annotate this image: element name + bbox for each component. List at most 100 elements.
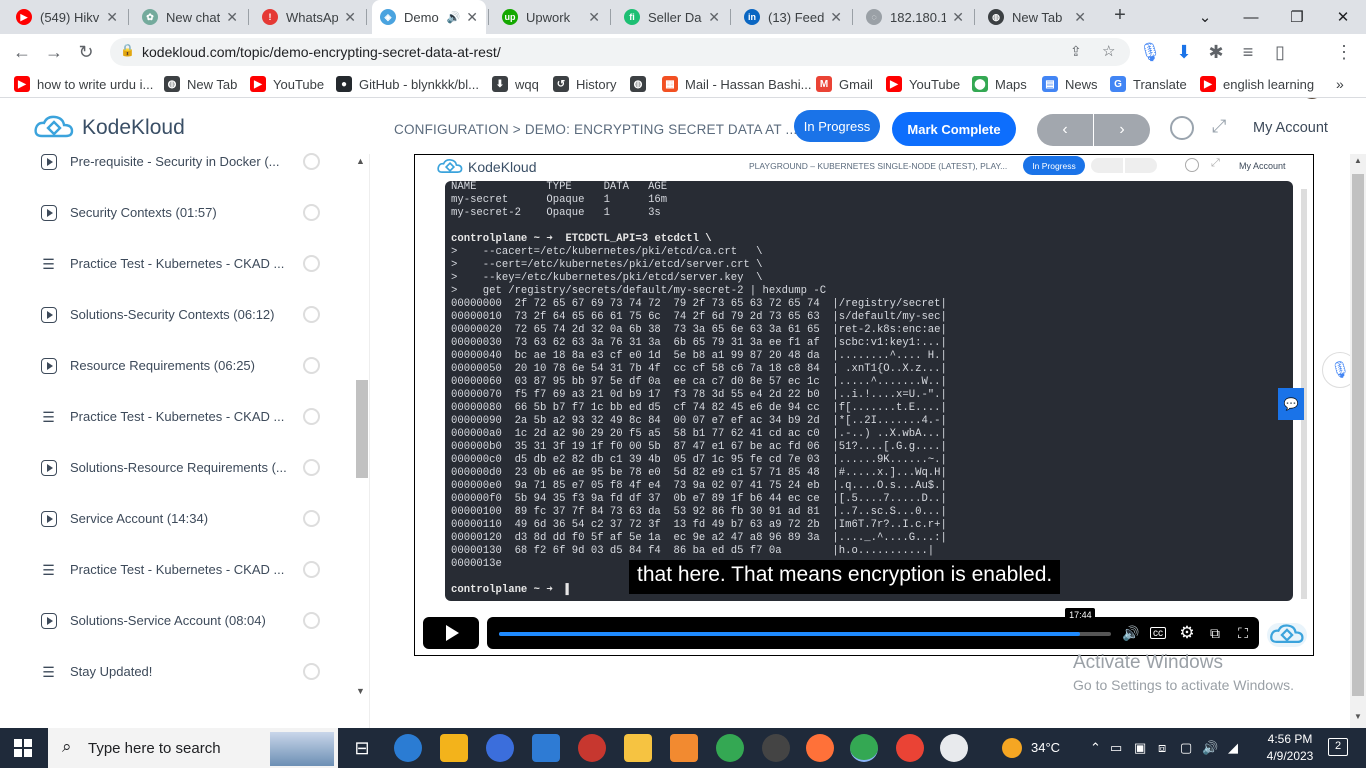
lesson-status-circle-icon[interactable] xyxy=(303,204,320,221)
lesson-item[interactable]: Solutions-Resource Requirements (... xyxy=(0,442,340,493)
tab-close-icon[interactable]: ✕ xyxy=(466,9,478,26)
media-control-icon[interactable]: ≡ xyxy=(1234,38,1262,66)
page-scroll-thumb[interactable] xyxy=(1352,174,1364,696)
tab-close-icon[interactable]: ✕ xyxy=(952,9,964,26)
browser-tab[interactable]: ! WhatsApp ✕ xyxy=(254,0,364,34)
forward-arrow-icon[interactable]: → xyxy=(40,38,68,66)
bookmark-item[interactable]: ▤ News xyxy=(1042,75,1098,93)
lesson-status-circle-icon[interactable] xyxy=(303,561,320,578)
download-extension-icon[interactable]: ⬇ xyxy=(1170,38,1198,66)
mark-complete-button[interactable]: Mark Complete xyxy=(892,112,1016,146)
video-player[interactable]: KodeKloud PLAYGROUND – KUBERNETES SINGLE… xyxy=(414,154,1314,656)
lesson-status-circle-icon[interactable] xyxy=(303,408,320,425)
microsoft-store-icon[interactable] xyxy=(440,734,468,762)
lesson-item[interactable]: Solutions-Service Account (08:04) xyxy=(0,595,340,646)
bookmark-item[interactable]: ⬤ Maps xyxy=(972,75,1027,93)
prev-lesson-button[interactable]: ‹ xyxy=(1037,114,1093,146)
bookmark-item[interactable]: ▶ YouTube xyxy=(886,75,960,93)
page-scrollbar[interactable]: ▲ ▼ xyxy=(1350,154,1366,728)
lesson-item[interactable]: ☰ Practice Test - Kubernetes - CKAD ... xyxy=(0,544,340,595)
chrome-profile-h-icon[interactable] xyxy=(896,734,924,762)
tab-close-icon[interactable]: ✕ xyxy=(588,9,600,26)
bookmark-item[interactable]: ◍ New Tab xyxy=(164,75,237,93)
weather-temperature[interactable]: 34°C xyxy=(1031,740,1060,755)
lesson-item[interactable]: Resource Requirements (06:25) xyxy=(0,340,340,391)
next-lesson-button[interactable]: › xyxy=(1094,114,1150,146)
bookmark-item[interactable]: ◍ xyxy=(630,75,653,93)
lesson-item[interactable]: ☰ Stay Updated! xyxy=(0,646,340,697)
share-icon[interactable]: ⇪ xyxy=(1070,43,1082,60)
mail-icon[interactable] xyxy=(532,734,560,762)
clock-time[interactable]: 4:56 PM xyxy=(1260,732,1320,746)
reload-icon[interactable]: ↻ xyxy=(72,38,100,66)
lesson-status-circle-icon[interactable] xyxy=(303,459,320,476)
close-window-button[interactable]: ✕ xyxy=(1320,0,1366,34)
bookmark-item[interactable]: M Gmail xyxy=(816,75,873,93)
camera-icon[interactable]: ⧈ xyxy=(1158,740,1166,756)
browser-tab[interactable]: ▶ (549) Hikvi ✕ xyxy=(8,0,126,34)
tray-expand-icon[interactable]: ⌃ xyxy=(1090,740,1101,756)
back-arrow-icon[interactable]: ← xyxy=(8,38,36,66)
browser-tab[interactable]: ◈ Demo 🔊 ✕ xyxy=(372,0,486,34)
kebab-menu-icon[interactable]: ⋮ xyxy=(1330,38,1358,66)
volume-icon[interactable]: 🔊 xyxy=(1122,625,1140,641)
bookmarks-overflow-icon[interactable]: » xyxy=(1336,75,1344,93)
bookmark-item[interactable]: ▶ YouTube xyxy=(250,75,324,93)
lesson-item[interactable]: Solutions-Security Contexts (06:12) xyxy=(0,289,340,340)
address-bar[interactable]: 🔒 kodekloud.com/topic/demo-encrypting-se… xyxy=(110,38,1130,66)
lesson-status-circle-icon[interactable] xyxy=(303,306,320,323)
captions-icon[interactable]: cc xyxy=(1150,627,1166,639)
media-app-icon[interactable] xyxy=(578,734,606,762)
page-scroll-down-icon[interactable]: ▼ xyxy=(1354,712,1362,721)
file-explorer-icon[interactable] xyxy=(624,734,652,762)
video-fullscreen-icon[interactable]: ⛶ xyxy=(1234,625,1252,641)
task-view-icon[interactable]: ⊟ xyxy=(348,734,376,762)
scroll-up-arrow-icon[interactable]: ▲ xyxy=(356,156,365,166)
mic-extension-icon[interactable]: 🎙 xyxy=(1136,38,1164,66)
tab-close-icon[interactable]: ✕ xyxy=(708,9,720,26)
sidebar-scrollbar[interactable]: ▲ ▼ xyxy=(354,154,368,700)
bookmark-item[interactable]: ↺ History xyxy=(553,75,616,93)
obs-icon[interactable] xyxy=(762,734,790,762)
browser-tab[interactable]: ◌ 182.180.14 ✕ xyxy=(858,0,972,34)
notification-center-icon[interactable]: 2 xyxy=(1328,738,1348,756)
dark-mode-toggle-icon[interactable] xyxy=(1170,116,1194,140)
tab-close-icon[interactable]: ✕ xyxy=(226,9,238,26)
settings-gear-icon[interactable]: ⚙ xyxy=(1178,623,1196,642)
weather-sun-icon[interactable] xyxy=(1002,738,1022,758)
lesson-status-circle-icon[interactable] xyxy=(303,612,320,629)
fullscreen-expand-icon[interactable]: ⤢ xyxy=(1212,116,1226,137)
page-scroll-up-icon[interactable]: ▲ xyxy=(1354,156,1362,165)
sidebar-scroll-thumb[interactable] xyxy=(356,380,368,478)
bookmark-item[interactable]: ⬇ wqq xyxy=(492,75,539,93)
lesson-status-circle-icon[interactable] xyxy=(303,255,320,272)
settings-app-icon[interactable] xyxy=(670,734,698,762)
lesson-status-circle-icon[interactable] xyxy=(303,510,320,527)
bookmark-item[interactable]: ▶ how to write urdu i... xyxy=(14,75,153,93)
lesson-item[interactable]: Service Account (14:34) xyxy=(0,493,340,544)
browser-tab[interactable]: ◍ New Tab ✕ xyxy=(980,0,1094,34)
lesson-item[interactable]: Security Contexts (01:57) xyxy=(0,187,340,238)
seek-bar[interactable]: 17:44 xyxy=(499,608,1111,636)
browser-tab[interactable]: in (13) Feed | ✕ xyxy=(736,0,850,34)
display-icon[interactable]: ▢ xyxy=(1180,740,1192,756)
lock-icon[interactable]: 🔒 xyxy=(120,43,135,57)
bookmark-item[interactable]: G Translate xyxy=(1110,75,1187,93)
tab-audio-icon[interactable]: 🔊 xyxy=(447,11,461,24)
battery-icon[interactable]: ▭ xyxy=(1110,740,1122,756)
skype-icon[interactable] xyxy=(486,734,514,762)
lesson-status-circle-icon[interactable] xyxy=(303,357,320,374)
network-tool-icon[interactable] xyxy=(940,734,968,762)
tab-close-icon[interactable]: ✕ xyxy=(344,9,356,26)
windows-start-icon[interactable] xyxy=(14,739,32,757)
lesson-status-circle-icon[interactable] xyxy=(303,153,320,170)
my-account-link[interactable]: My Account xyxy=(1253,120,1328,136)
meet-icon[interactable]: ▣ xyxy=(1134,740,1146,756)
taskbar-search-input[interactable]: ⌕ Type here to search xyxy=(48,728,338,768)
lesson-item[interactable]: ☰ Practice Test - Kubernetes - CKAD ... xyxy=(0,391,340,442)
extensions-puzzle-icon[interactable]: ✱ xyxy=(1202,38,1230,66)
clock-date[interactable]: 4/9/2023 xyxy=(1260,749,1320,763)
bookmark-item[interactable]: ▦ Mail - Hassan Bashi... xyxy=(662,75,811,93)
breadcrumb[interactable]: CONFIGURATION > DEMO: ENCRYPTING SECRET … xyxy=(394,122,797,137)
new-tab-button[interactable]: + xyxy=(1108,4,1132,30)
